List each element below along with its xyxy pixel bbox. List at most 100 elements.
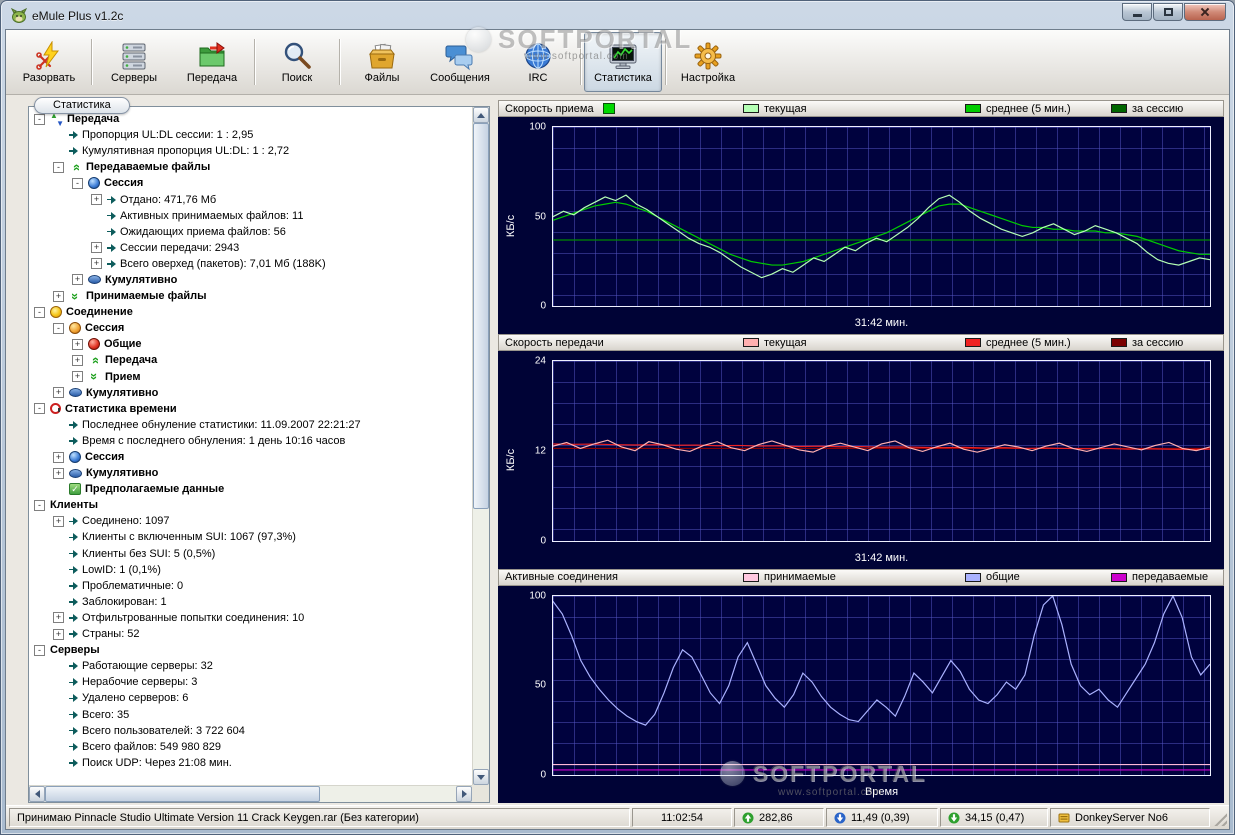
expand-toggle[interactable]: +: [53, 451, 64, 463]
tree-item[interactable]: Нерабочие серверы: 3: [29, 674, 472, 690]
expand-toggle[interactable]: +: [53, 612, 64, 624]
tree-item[interactable]: + Соединено: 1097: [29, 513, 472, 529]
tree-item[interactable]: Пропорция UL:DL сессии: 1 : 2,95: [29, 127, 472, 143]
scroll-down-button[interactable]: [473, 769, 489, 785]
tree-item[interactable]: - Сессия: [29, 320, 472, 336]
tree-item-label: Сессия: [85, 451, 125, 464]
tree-item[interactable]: Заблокирован: 1: [29, 594, 472, 610]
toolbar-button-messages[interactable]: Сообщения: [421, 32, 499, 92]
toolbar-button-files[interactable]: Файлы: [343, 32, 421, 92]
toolbar-button-label: Поиск: [281, 72, 313, 84]
tree-item[interactable]: - Передаваемые файлы: [29, 159, 472, 175]
collapse-toggle[interactable]: -: [34, 306, 45, 318]
expand-toggle[interactable]: +: [53, 387, 64, 399]
scroll-right-button[interactable]: [456, 786, 472, 802]
tree-item[interactable]: Предполагаемые данные: [29, 481, 472, 497]
tree-item[interactable]: Активных принимаемых файлов: 11: [29, 208, 472, 224]
tree-item[interactable]: - Серверы: [29, 642, 472, 658]
scroll-left-button[interactable]: [29, 786, 45, 802]
tree-item-label: Статистика времени: [65, 402, 177, 415]
statistics-tree-header-button[interactable]: Статистика: [34, 97, 130, 114]
toolbar-button-transfer[interactable]: Передача: [173, 32, 251, 92]
status-server[interactable]: DonkeyServer No6: [1050, 808, 1210, 827]
tree-item[interactable]: - Статистика времени: [29, 401, 472, 417]
tree-item[interactable]: LowID: 1 (0,1%): [29, 562, 472, 578]
expand-toggle[interactable]: +: [91, 258, 102, 270]
tree-item[interactable]: + Отдано: 471,76 Мб: [29, 191, 472, 207]
expand-toggle[interactable]: +: [53, 467, 64, 479]
collapse-toggle[interactable]: -: [34, 499, 45, 511]
horizontal-scrollbar-thumb[interactable]: [45, 786, 320, 802]
tree-item[interactable]: Проблематичные: 0: [29, 578, 472, 594]
maximize-button[interactable]: [1153, 3, 1183, 21]
tree-item[interactable]: Удалено серверов: 6: [29, 690, 472, 706]
tree-item[interactable]: - Клиенты: [29, 497, 472, 513]
expand-toggle[interactable]: +: [72, 354, 83, 366]
collapse-toggle[interactable]: -: [53, 161, 64, 173]
resize-grip[interactable]: [1212, 810, 1227, 826]
toolbar-button-settings[interactable]: Настройка: [669, 32, 747, 92]
minimize-button[interactable]: [1122, 3, 1152, 21]
tree-item[interactable]: Работающие серверы: 32: [29, 658, 472, 674]
tree-item[interactable]: + Передача: [29, 352, 472, 368]
tree-item[interactable]: - Сессия: [29, 175, 472, 191]
collapse-toggle[interactable]: -: [34, 403, 45, 415]
tree-item[interactable]: Кумулятивная пропорция UL:DL: 1 : 2,72: [29, 143, 472, 159]
expand-toggle[interactable]: +: [91, 242, 102, 254]
expand-toggle[interactable]: +: [53, 628, 64, 640]
tree-item-label: Время с последнего обнуления: 1 день 10:…: [82, 434, 346, 447]
tree-item[interactable]: + Отфильтрованные попытки соединения: 10: [29, 610, 472, 626]
arrow-bullet-icon: [69, 694, 78, 703]
toolbar-button-search[interactable]: Поиск: [258, 32, 336, 92]
titlebar[interactable]: eMule Plus v1.2c: [5, 1, 1230, 29]
expand-toggle[interactable]: +: [72, 274, 83, 286]
statusbar: Принимаю Pinnacle Studio Ultimate Versio…: [6, 805, 1229, 829]
tree-item[interactable]: - Соединение: [29, 304, 472, 320]
tree-item[interactable]: + Кумулятивно: [29, 272, 472, 288]
tree-item[interactable]: + Кумулятивно: [29, 465, 472, 481]
tree-item[interactable]: Время с последнего обнуления: 1 день 10:…: [29, 433, 472, 449]
toolbar-button-irc[interactable]: IRC: [499, 32, 577, 92]
expand-toggle[interactable]: +: [91, 194, 102, 206]
tree-item[interactable]: + Сессии передачи: 2943: [29, 240, 472, 256]
tree-item[interactable]: + Принимаемые файлы: [29, 288, 472, 304]
down-arrow-green-icon: [948, 812, 960, 824]
expand-toggle[interactable]: +: [53, 290, 64, 302]
vertical-scrollbar-thumb[interactable]: [473, 123, 489, 510]
horizontal-scrollbar[interactable]: [29, 785, 472, 802]
expand-toggle[interactable]: +: [72, 371, 83, 383]
collapse-toggle[interactable]: -: [53, 322, 64, 334]
tree-item[interactable]: Всего файлов: 549 980 829: [29, 739, 472, 755]
clock-red-icon: [50, 403, 61, 415]
tree-item[interactable]: Всего: 35: [29, 706, 472, 722]
vertical-scrollbar[interactable]: [472, 107, 489, 785]
tree-item-label: Передача: [67, 113, 120, 126]
expand-toggle[interactable]: +: [72, 338, 83, 350]
tree-item[interactable]: Последнее обнуление статистики: 11.09.20…: [29, 417, 472, 433]
collapse-toggle[interactable]: -: [34, 113, 45, 125]
toolbar-button-label: Серверы: [110, 72, 158, 84]
tree-item[interactable]: + Всего оверхед (пакетов): 7,01 Мб (188K): [29, 256, 472, 272]
toolbar-button-servers[interactable]: Серверы: [95, 32, 173, 92]
tree-item[interactable]: + Общие: [29, 336, 472, 352]
tree-item[interactable]: Поиск UDP: Через 21:08 мин.: [29, 755, 472, 771]
tree-item[interactable]: Ожидающих приема файлов: 56: [29, 224, 472, 240]
expand-toggle[interactable]: +: [53, 515, 64, 527]
collapse-toggle[interactable]: -: [72, 177, 83, 189]
scroll-up-button[interactable]: [473, 107, 489, 123]
main-area: Статистика - Передача Пропорция UL:DL сесс…: [6, 95, 1229, 805]
tree-item[interactable]: + Кумулятивно: [29, 385, 472, 401]
tree-item[interactable]: + Прием: [29, 369, 472, 385]
toolbar-button-statistics[interactable]: Статистика: [584, 32, 662, 92]
tree-item[interactable]: Клиенты с включенным SUI: 1067 (97,3%): [29, 529, 472, 545]
tree-item[interactable]: + Страны: 52: [29, 626, 472, 642]
tree-item[interactable]: Всего пользователей: 3 722 604: [29, 723, 472, 739]
close-button[interactable]: [1184, 3, 1226, 21]
tree-item[interactable]: + Сессия: [29, 449, 472, 465]
toolbar-button-disconnect[interactable]: Разорвать: [10, 32, 88, 92]
collapse-toggle[interactable]: -: [34, 644, 45, 656]
messages-icon: [444, 40, 476, 71]
tree-item-label: LowID: 1 (0,1%): [82, 563, 161, 576]
chart-area: 100 50 0 Время: [498, 585, 1224, 803]
tree-item[interactable]: Клиенты без SUI: 5 (0,5%): [29, 546, 472, 562]
